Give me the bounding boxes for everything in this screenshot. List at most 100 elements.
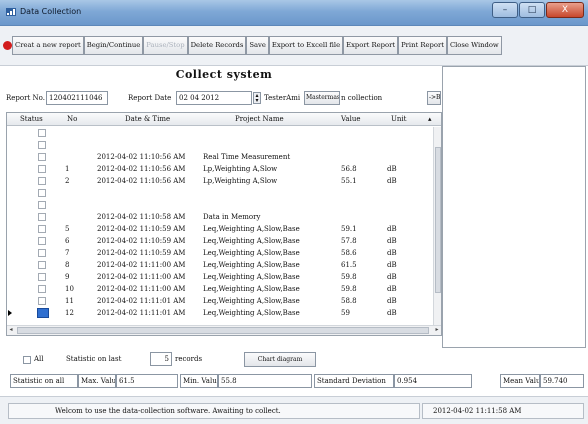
close-window-button[interactable]: Close Window [446,36,502,55]
mean-label: Mean Value [500,374,540,388]
row-checkbox[interactable] [38,225,46,233]
row-checkbox[interactable] [38,237,46,245]
row-checkbox[interactable] [38,177,46,185]
row-checkbox[interactable] [38,285,46,293]
table-row[interactable]: 5 2012-04-02 11:10:59 AM Leq,Weighting A,S… [7,224,433,234]
vertical-scroll-thumb[interactable] [435,147,441,293]
status-bar: Welcom to use the data-collection softwa… [0,396,588,424]
scroll-right-icon[interactable]: ▸ [433,326,441,334]
row-checkbox[interactable] [38,141,46,149]
table-row[interactable]: 1 2012-04-02 11:10:56 AM Lp,Weighting A,Sl… [7,164,433,174]
export-report-button[interactable]: Export Report [343,36,399,55]
cell-datetime: 2012-04-02 11:10:59 AM [97,237,186,245]
col-status[interactable]: Status [20,115,43,123]
table-row[interactable]: 7 2012-04-02 11:10:59 AM Leq,Weighting A,S… [7,248,433,258]
cell-no: 8 [65,261,70,269]
begin-continue-button[interactable]: Begin/Continue [83,36,144,55]
cell-project: Leq,Weighting A,Slow,Base [203,285,300,293]
row-checkbox[interactable] [38,201,46,209]
statistic-last-label: Statistic on last [66,355,122,363]
cell-project: Leq,Weighting A,Slow,Base [203,297,300,305]
table-row[interactable]: 2012-04-02 11:10:58 AM Data in Memory [7,212,433,222]
table-row[interactable]: 11 2012-04-02 11:11:01 AM Leq,Weighting A,… [7,296,433,306]
collect-panel: Collect system Report No. 120402111046 R… [6,66,442,348]
row-checkbox[interactable] [38,261,46,269]
scroll-left-icon[interactable]: ◂ [7,326,15,334]
maximize-button[interactable]: □ [519,2,545,18]
cell-project: Data in Memory [203,213,261,221]
print-report-button[interactable]: Print Report [398,36,447,55]
table-row[interactable]: 2 2012-04-02 11:10:56 AM Lp,Weighting A,Sl… [7,176,433,186]
table-row[interactable] [7,128,433,138]
horizontal-scroll-thumb[interactable] [17,327,429,334]
min-value: 55.8 [218,374,312,388]
std-label: Standard Deviation [314,374,394,388]
cell-datetime: 2012-04-02 11:11:00 AM [97,273,186,281]
table-row[interactable]: 6 2012-04-02 11:10:59 AM Leq,Weighting A,S… [7,236,433,246]
all-label: All [34,355,44,363]
cell-unit: dB [387,249,397,257]
table-row[interactable]: 9 2012-04-02 11:11:00 AM Leq,Weighting A,S… [7,272,433,282]
table-row[interactable]: 10 2012-04-02 11:11:00 AM Leq,Weighting A,… [7,284,433,294]
chart-diagram-button[interactable]: Chart diagram [244,352,316,367]
cell-datetime: 2012-04-02 11:11:01 AM [97,297,186,305]
cell-datetime: 2012-04-02 11:10:58 AM [97,213,186,221]
cell-project: Leq,Weighting A,Slow,Base [203,309,300,317]
last-count-field[interactable]: 5 [150,352,172,366]
row-checkbox[interactable] [38,273,46,281]
save-button[interactable]: Save [246,36,269,55]
cell-unit: dB [387,177,397,185]
report-date-label: Report Date [128,94,172,102]
cell-datetime: 2012-04-02 11:10:56 AM [97,177,186,185]
cell-no: 12 [65,309,74,317]
table-row[interactable]: 2012-04-02 11:10:56 AM Real Time Measurem… [7,152,433,162]
table-row[interactable]: 8 2012-04-02 11:11:00 AM Leq,Weighting A,S… [7,260,433,270]
row-checkbox[interactable] [38,213,46,221]
all-checkbox[interactable] [23,356,31,364]
report-no-field[interactable]: 120402111046 [46,91,108,105]
table-row[interactable] [7,200,433,210]
row-checkbox[interactable] [38,165,46,173]
vertical-scrollbar[interactable] [433,127,441,325]
cell-datetime: 2012-04-02 11:10:59 AM [97,249,186,257]
cell-datetime: 2012-04-02 11:10:59 AM [97,225,186,233]
table-body: 2012-04-02 11:10:56 AM Real Time Measurem… [7,127,433,325]
cell-datetime: 2012-04-02 11:11:01 AM [97,309,186,317]
row-checkbox[interactable] [38,297,46,305]
creat-a-new-report-button[interactable]: Creat a new report [12,36,84,55]
table-row[interactable] [7,188,433,198]
selected-status-cell[interactable] [37,308,49,318]
table-row[interactable]: 12 2012-04-02 11:11:01 AM Leq,Weighting A,… [7,308,433,318]
col-no[interactable]: No [67,115,77,123]
cell-project: Leq,Weighting A,Slow,Base [203,249,300,257]
table-row[interactable] [7,140,433,150]
tester-field[interactable]: Mastermaster [304,91,340,105]
records-label: records [175,355,203,363]
col-value[interactable]: Value [341,115,360,123]
date-spinner[interactable]: ▴ ▾ [253,92,261,104]
records-table: Status No Date & Time Project Name Value… [6,112,442,336]
pause-stop-button[interactable]: Pause/Stop [143,36,188,55]
col-project[interactable]: Project Name [235,115,284,123]
row-checkbox[interactable] [38,249,46,257]
horizontal-scrollbar[interactable]: ◂ ▸ [7,325,441,335]
delete-records-button[interactable]: Delete Records [187,36,247,55]
summary-row: Statistic on all Max. Value 61.5 Min. Va… [0,374,588,388]
next-button[interactable]: ->B [427,91,441,105]
row-checkbox[interactable] [38,189,46,197]
row-checkbox[interactable] [38,153,46,161]
minimize-button[interactable]: – [492,2,518,18]
cell-no: 6 [65,237,70,245]
min-label: Min. Value [180,374,218,388]
row-checkbox[interactable] [38,129,46,137]
close-window-button[interactable]: X [546,2,584,18]
cell-value: 58.6 [341,249,357,257]
max-label: Max. Value [78,374,116,388]
report-date-field[interactable]: 02 04 2012 [176,91,252,105]
col-unit[interactable]: Unit [391,115,406,123]
export-to-excell-file-button[interactable]: Export to Excell file [268,36,344,55]
cell-project: Lp,Weighting A,Slow [203,165,278,173]
cell-value: 57.8 [341,237,357,245]
col-datetime[interactable]: Date & Time [125,115,170,123]
report-no-label: Report No. [6,94,45,102]
